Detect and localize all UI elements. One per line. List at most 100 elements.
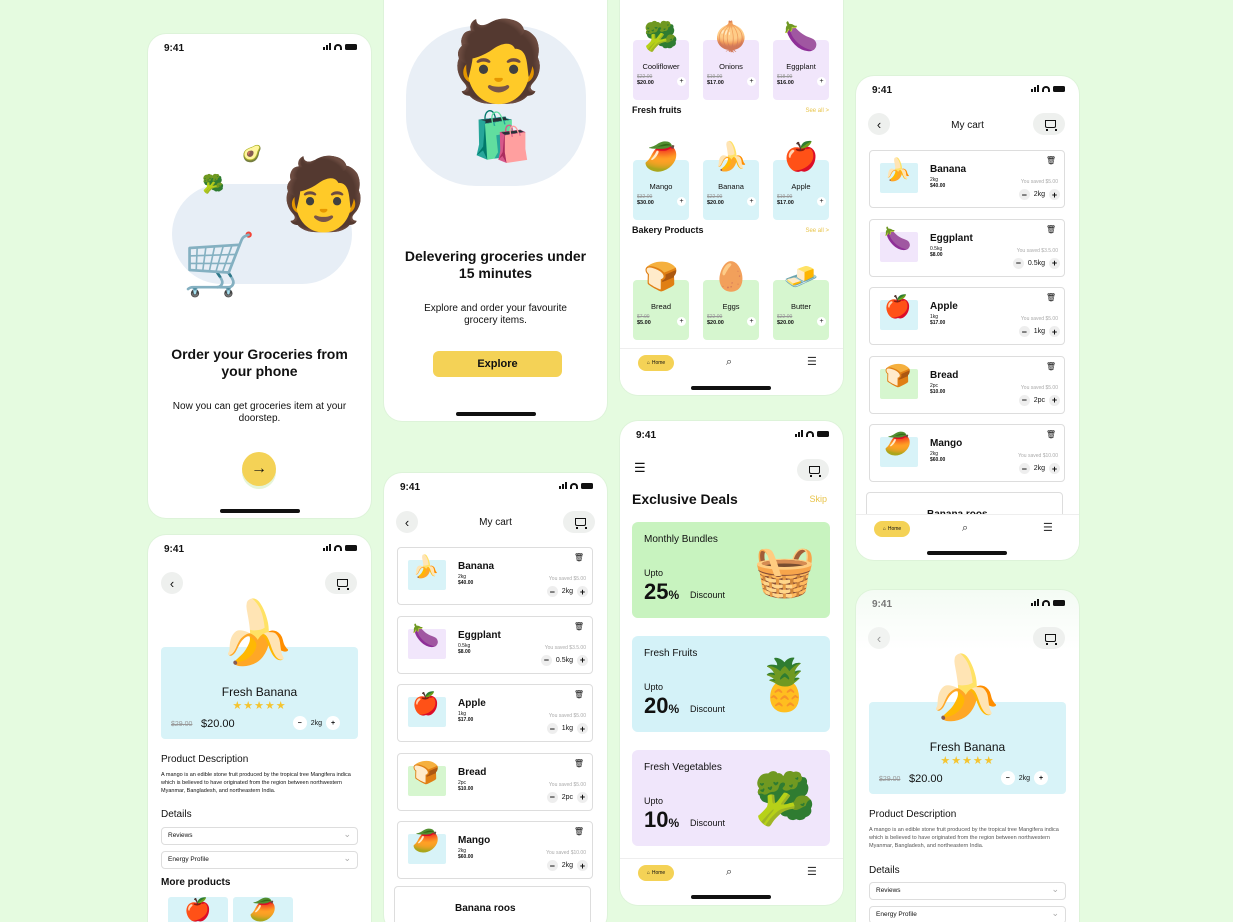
product-card-banana[interactable]: 🍌 Banana $22.00 $20.00 + <box>703 141 759 220</box>
search-icon[interactable]: ⌕ <box>726 866 732 879</box>
trash-icon[interactable]: 🗑 <box>574 553 584 562</box>
minus-icon[interactable]: − <box>546 791 558 803</box>
trash-icon[interactable]: 🗑 <box>574 622 584 631</box>
product-card-butter[interactable]: 🧈 Butter $22.00 $20.00 + <box>773 261 829 340</box>
see-all-fruits-link[interactable]: See all > <box>805 108 829 114</box>
nav-home-tab[interactable]: ⌂ Home <box>874 521 910 537</box>
list-icon[interactable]: ☰ <box>1043 521 1053 534</box>
nav-home-tab[interactable]: ⌂ Home <box>638 865 674 881</box>
quantity-stepper[interactable]: −2kg + <box>1018 463 1060 474</box>
minus-icon[interactable]: − <box>292 716 307 730</box>
trash-icon[interactable]: 🗑 <box>574 827 584 836</box>
plus-icon[interactable]: + <box>577 654 588 666</box>
plus-icon[interactable]: + <box>1049 394 1060 406</box>
cart-button[interactable] <box>1033 113 1065 135</box>
add-icon[interactable]: + <box>747 77 756 86</box>
explore-button[interactable]: Explore <box>433 351 562 377</box>
cart-button[interactable] <box>563 511 595 533</box>
cart-button[interactable] <box>1033 627 1065 649</box>
see-all-bakery-link[interactable]: See all > <box>805 228 829 234</box>
quantity-stepper[interactable]: −0.5kg + <box>540 654 588 666</box>
search-icon[interactable]: ⌕ <box>962 522 968 535</box>
minus-icon[interactable]: − <box>546 586 558 597</box>
search-icon[interactable]: ⌕ <box>726 356 732 369</box>
reviews-dropdown[interactable]: Reviews <box>161 826 358 845</box>
minus-icon[interactable]: − <box>1018 463 1030 474</box>
minus-icon[interactable]: − <box>1000 771 1015 785</box>
minus-icon[interactable]: − <box>1018 326 1030 337</box>
energy-dropdown[interactable]: Energy Profile <box>161 850 358 869</box>
description-text: A mango is an edible stone fruit produce… <box>869 827 1059 849</box>
quantity-stepper[interactable]: −1kg + <box>1018 326 1060 337</box>
quantity-stepper[interactable]: −2kg + <box>546 586 588 597</box>
trash-icon[interactable]: 🗑 <box>1046 225 1056 234</box>
quantity-stepper[interactable]: −2kg + <box>1018 189 1060 200</box>
quantity-stepper[interactable]: −2kg + <box>292 716 340 730</box>
deal-card-1[interactable]: Fresh Fruits Upto 20% Discount 🍍 <box>632 636 830 732</box>
minus-icon[interactable]: − <box>546 723 558 734</box>
product-card-apple[interactable]: 🍎 Apple $19.00 $17.00 + <box>773 141 829 220</box>
deal-image: 🧺 <box>753 543 816 599</box>
minus-icon[interactable]: − <box>1018 394 1030 406</box>
skip-link[interactable]: Skip <box>809 494 827 504</box>
trash-icon[interactable]: 🗑 <box>1046 362 1056 371</box>
trash-icon[interactable]: 🗑 <box>1046 293 1056 302</box>
product-card-onions[interactable]: 🧅 Onions $19.00 $17.00 + <box>703 21 759 100</box>
cart-button[interactable] <box>797 459 829 481</box>
deal-card-0[interactable]: Monthly Bundles Upto 25% Discount 🧺 <box>632 522 830 618</box>
minus-icon[interactable]: − <box>546 860 558 871</box>
plus-icon[interactable]: + <box>1049 257 1060 269</box>
energy-dropdown[interactable]: Energy Profile <box>869 905 1066 922</box>
add-icon[interactable]: + <box>817 317 826 326</box>
minus-icon[interactable]: − <box>1018 189 1030 200</box>
product-card-mango[interactable]: 🥭 Mango $32.00 $30.00 + <box>633 141 689 220</box>
more-product-mango[interactable]: 🥭 <box>233 897 293 922</box>
back-button[interactable]: ‹ <box>161 572 183 594</box>
plus-icon[interactable]: + <box>577 860 588 871</box>
product-card-eggplant[interactable]: 🍆 Eggplant $18.00 $16.00 + <box>773 21 829 100</box>
plus-icon[interactable]: + <box>326 716 340 730</box>
quantity-stepper[interactable]: −1kg + <box>546 723 588 734</box>
plus-icon[interactable]: + <box>1049 463 1060 474</box>
plus-icon[interactable]: + <box>1049 189 1060 200</box>
next-button[interactable]: → <box>242 452 276 486</box>
minus-icon[interactable]: − <box>1012 257 1024 269</box>
plus-icon[interactable]: + <box>577 791 588 803</box>
add-icon[interactable]: + <box>747 317 756 326</box>
trash-icon[interactable]: 🗑 <box>574 690 584 699</box>
quantity-stepper[interactable]: −2pc + <box>1018 394 1060 406</box>
add-icon[interactable]: + <box>747 197 756 206</box>
more-product-apple[interactable]: 🍎 <box>168 897 228 922</box>
nav-home-tab[interactable]: ⌂ Home <box>638 355 674 371</box>
list-icon[interactable]: ☰ <box>807 865 817 878</box>
trash-icon[interactable]: 🗑 <box>574 759 584 768</box>
add-icon[interactable]: + <box>677 197 686 206</box>
list-icon[interactable]: ☰ <box>807 355 817 368</box>
plus-icon[interactable]: + <box>577 586 588 597</box>
add-icon[interactable]: + <box>677 77 686 86</box>
quantity-stepper[interactable]: −2pc + <box>546 791 588 803</box>
reviews-dropdown[interactable]: Reviews <box>869 881 1066 900</box>
minus-icon[interactable]: − <box>540 654 552 666</box>
product-card-cooliflower[interactable]: 🥦 Cooliflower $22.00 $20.00 + <box>633 21 689 100</box>
menu-icon[interactable]: ☰ <box>634 460 646 476</box>
plus-icon[interactable]: + <box>1034 771 1048 785</box>
plus-icon[interactable]: + <box>1049 326 1060 337</box>
cart-button[interactable] <box>325 572 357 594</box>
add-icon[interactable]: + <box>817 197 826 206</box>
quantity-stepper[interactable]: −2kg + <box>546 860 588 871</box>
product-card-bread[interactable]: 🍞 Bread $7.00 $5.00 + <box>633 261 689 340</box>
add-icon[interactable]: + <box>677 317 686 326</box>
back-button[interactable]: ‹ <box>868 627 890 649</box>
deal-card-2[interactable]: Fresh Vegetables Upto 10% Discount 🥦 <box>632 750 830 846</box>
product-card-eggs[interactable]: 🥚 Eggs $22.00 $20.00 + <box>703 261 759 340</box>
product-screen: 9:41 ‹ Fresh Banana ★★★★★ $29.00 $20.00 … <box>148 535 371 922</box>
quantity-stepper[interactable]: −2kg + <box>1000 771 1048 785</box>
plus-icon[interactable]: + <box>577 723 588 734</box>
trash-icon[interactable]: 🗑 <box>1046 430 1056 439</box>
trash-icon[interactable]: 🗑 <box>1046 156 1056 165</box>
description-heading: Product Description <box>161 754 249 765</box>
quantity-value: 0.5kg <box>1027 259 1045 267</box>
quantity-stepper[interactable]: −0.5kg + <box>1012 257 1060 269</box>
add-icon[interactable]: + <box>817 77 826 86</box>
